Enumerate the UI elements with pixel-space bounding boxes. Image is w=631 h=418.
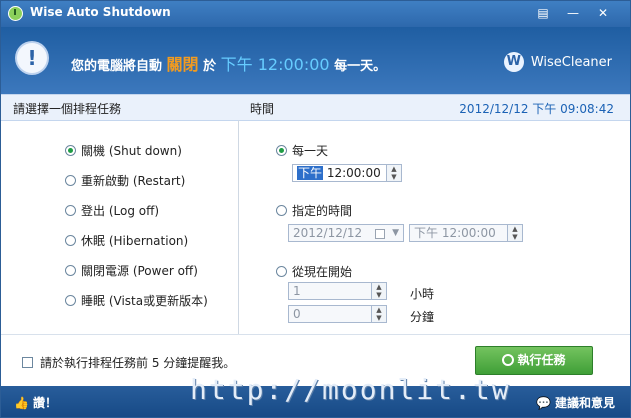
task-shutdown-option[interactable]: 關機 (Shut down) <box>65 142 182 159</box>
radio-button[interactable] <box>65 175 76 186</box>
task-hibernation-option[interactable]: 休眠 (Hibernation) <box>65 232 188 249</box>
current-datetime: 2012/12/12 下午 09:08:42 <box>459 102 614 116</box>
time-section-title: 時間 <box>250 102 275 116</box>
from-now-option[interactable]: 從現在開始 <box>276 263 352 280</box>
reminder-option[interactable]: 請於執行排程任務前 5 分鐘提醒我。 <box>22 354 235 371</box>
action-highlight: 關閉 <box>166 55 199 74</box>
specified-date-picker[interactable]: 2012/12/12 ▼ <box>288 224 404 242</box>
specified-time-option[interactable]: 指定的時間 <box>276 202 352 219</box>
task-power-off-option[interactable]: 關閉電源 (Power off) <box>65 262 198 279</box>
run-task-button[interactable]: 執行任務 <box>475 346 593 375</box>
wise-auto-shutdown-window: Wise Auto Shutdown ▤ — ✕ ! 您的電腦將自動 關閉 於 … <box>0 0 631 418</box>
radio-button[interactable] <box>65 145 76 156</box>
radio-button[interactable] <box>276 266 287 277</box>
speech-bubble-icon: 💬 <box>536 396 551 410</box>
daily-option[interactable]: 每一天 <box>276 142 328 159</box>
thumbs-up-icon: 👍 <box>14 396 29 410</box>
watermark-text: http://moonlit.tw <box>190 373 511 406</box>
like-button[interactable]: 👍 讚！ <box>14 394 57 411</box>
hours-input[interactable]: 1 ▲ ▼ <box>288 282 387 300</box>
alarm-clock-icon <box>502 354 515 366</box>
reminder-checkbox[interactable] <box>22 357 33 368</box>
scheduled-time: 下午 12:00:00 <box>220 55 330 74</box>
section-header: 請選擇一個排程任務 時間 2012/12/12 下午 09:08:42 <box>1 94 630 121</box>
radio-button[interactable] <box>65 235 76 246</box>
task-logoff-option[interactable]: 登出 (Log off) <box>65 202 159 219</box>
selected-period: 下午 <box>297 166 324 180</box>
specified-time-input[interactable]: 下午 12:00:00 ▲ ▼ <box>409 224 523 242</box>
task-restart-option[interactable]: 重新啟動 (Restart) <box>65 172 185 189</box>
brand-name: WiseCleaner <box>530 54 612 70</box>
info-icon: ! <box>17 43 47 73</box>
time-spinner[interactable]: ▲ ▼ <box>507 225 522 241</box>
time-spinner[interactable]: ▲ ▼ <box>386 165 401 181</box>
daily-time-input[interactable]: 下午 12:00:00 ▲ ▼ <box>292 164 402 182</box>
menu-button[interactable]: ▤ <box>534 4 552 22</box>
section-divider <box>238 120 239 334</box>
status-header: ! 您的電腦將自動 關閉 於 下午 12:00:00 每一天。 W WiseCl… <box>1 27 630 94</box>
shutdown-message: 您的電腦將自動 關閉 於 下午 12:00:00 每一天。 <box>71 55 387 74</box>
radio-button[interactable] <box>65 265 76 276</box>
radio-button[interactable] <box>276 145 287 156</box>
radio-button[interactable] <box>65 295 76 306</box>
minutes-input[interactable]: 0 ▲ ▼ <box>288 305 387 323</box>
chevron-down-icon: ▼ <box>392 228 399 238</box>
wisecleaner-logo-icon: W <box>503 52 524 72</box>
minimize-button[interactable]: — <box>564 4 582 22</box>
minutes-spinner[interactable]: ▲ ▼ <box>371 306 386 322</box>
hours-spinner[interactable]: ▲ ▼ <box>371 283 386 299</box>
hours-unit: 小時 <box>410 287 435 301</box>
reminder-label: 請於執行排程任務前 5 分鐘提醒我。 <box>40 356 236 370</box>
calendar-icon <box>375 229 385 239</box>
radio-button[interactable] <box>276 205 287 216</box>
radio-button[interactable] <box>65 205 76 216</box>
close-button[interactable]: ✕ <box>594 4 612 22</box>
app-power-icon <box>8 6 23 21</box>
wisecleaner-brand[interactable]: W WiseCleaner <box>503 52 612 72</box>
minutes-unit: 分鐘 <box>410 310 435 324</box>
task-sleep-option[interactable]: 睡眠 (Vista或更新版本) <box>65 292 208 309</box>
window-title: Wise Auto Shutdown <box>30 5 171 19</box>
task-section-title: 請選擇一個排程任務 <box>13 102 122 116</box>
feedback-link[interactable]: 💬 建議和意見 <box>536 394 615 411</box>
title-bar: Wise Auto Shutdown ▤ — ✕ <box>1 1 630 27</box>
